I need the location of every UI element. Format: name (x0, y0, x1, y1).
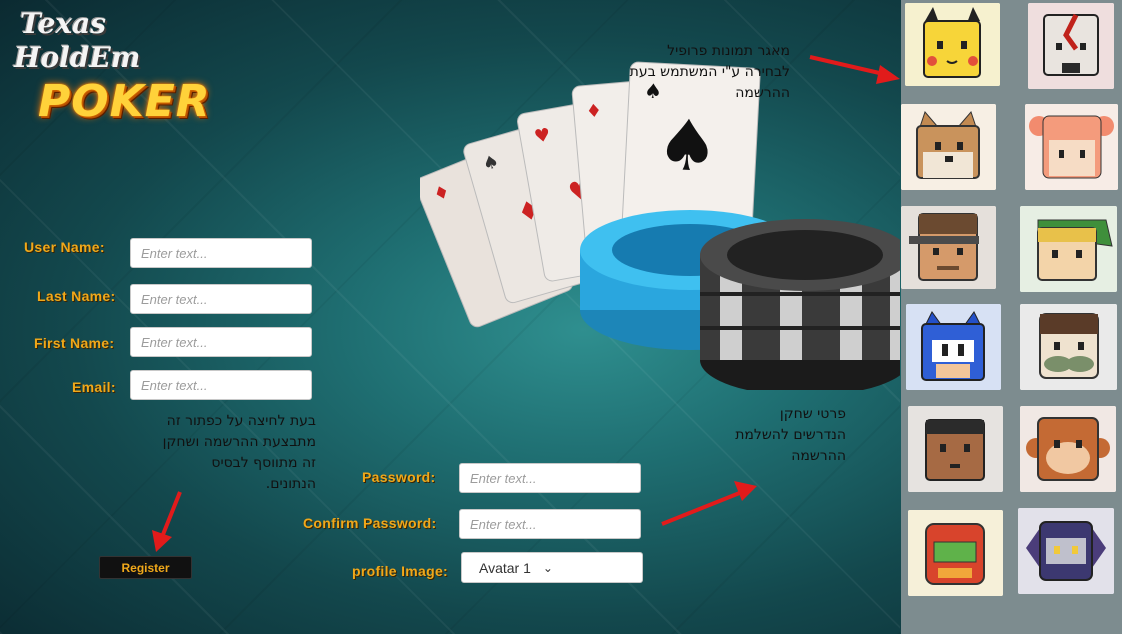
avatar-tile[interactable] (1020, 406, 1116, 492)
avatar-tile[interactable] (905, 3, 1000, 86)
arrow-to-avatars-icon (809, 55, 900, 84)
samus-avatar (908, 510, 1003, 596)
mustache-hero-avatar (1020, 304, 1117, 390)
pink-hair-girl-avatar (1025, 104, 1118, 190)
avatar-tile[interactable] (1025, 104, 1118, 190)
arrow-to-form-icon (661, 481, 757, 526)
registration-screen: ♦ ♠♦ ♥♥ ♦ ♠♠♠ Texas HoldEm POKE (0, 0, 1122, 634)
arrow-to-register-icon (152, 491, 182, 552)
link-avatar (1020, 206, 1117, 292)
avatar-tile[interactable] (1018, 508, 1114, 594)
avatar-tile[interactable] (906, 304, 1001, 390)
fox-avatar (901, 104, 996, 190)
avatar-tile[interactable] (901, 206, 996, 289)
sonic-avatar (906, 304, 1001, 390)
snake-avatar (901, 206, 996, 289)
avatar-tile[interactable] (908, 510, 1003, 596)
boy-avatar (908, 406, 1003, 492)
avatar-gallery-panel (901, 0, 1122, 634)
kratos-avatar (1028, 3, 1114, 89)
avatar-tile[interactable] (901, 104, 996, 190)
pikachu-avatar (905, 3, 1000, 86)
avatar-tile[interactable] (1020, 206, 1117, 292)
avatar-tile[interactable] (1020, 304, 1117, 390)
monkey-avatar (1020, 406, 1116, 492)
avatar-tile[interactable] (1028, 3, 1114, 89)
avatar-tile[interactable] (908, 406, 1003, 492)
metaknight-avatar (1018, 508, 1114, 594)
